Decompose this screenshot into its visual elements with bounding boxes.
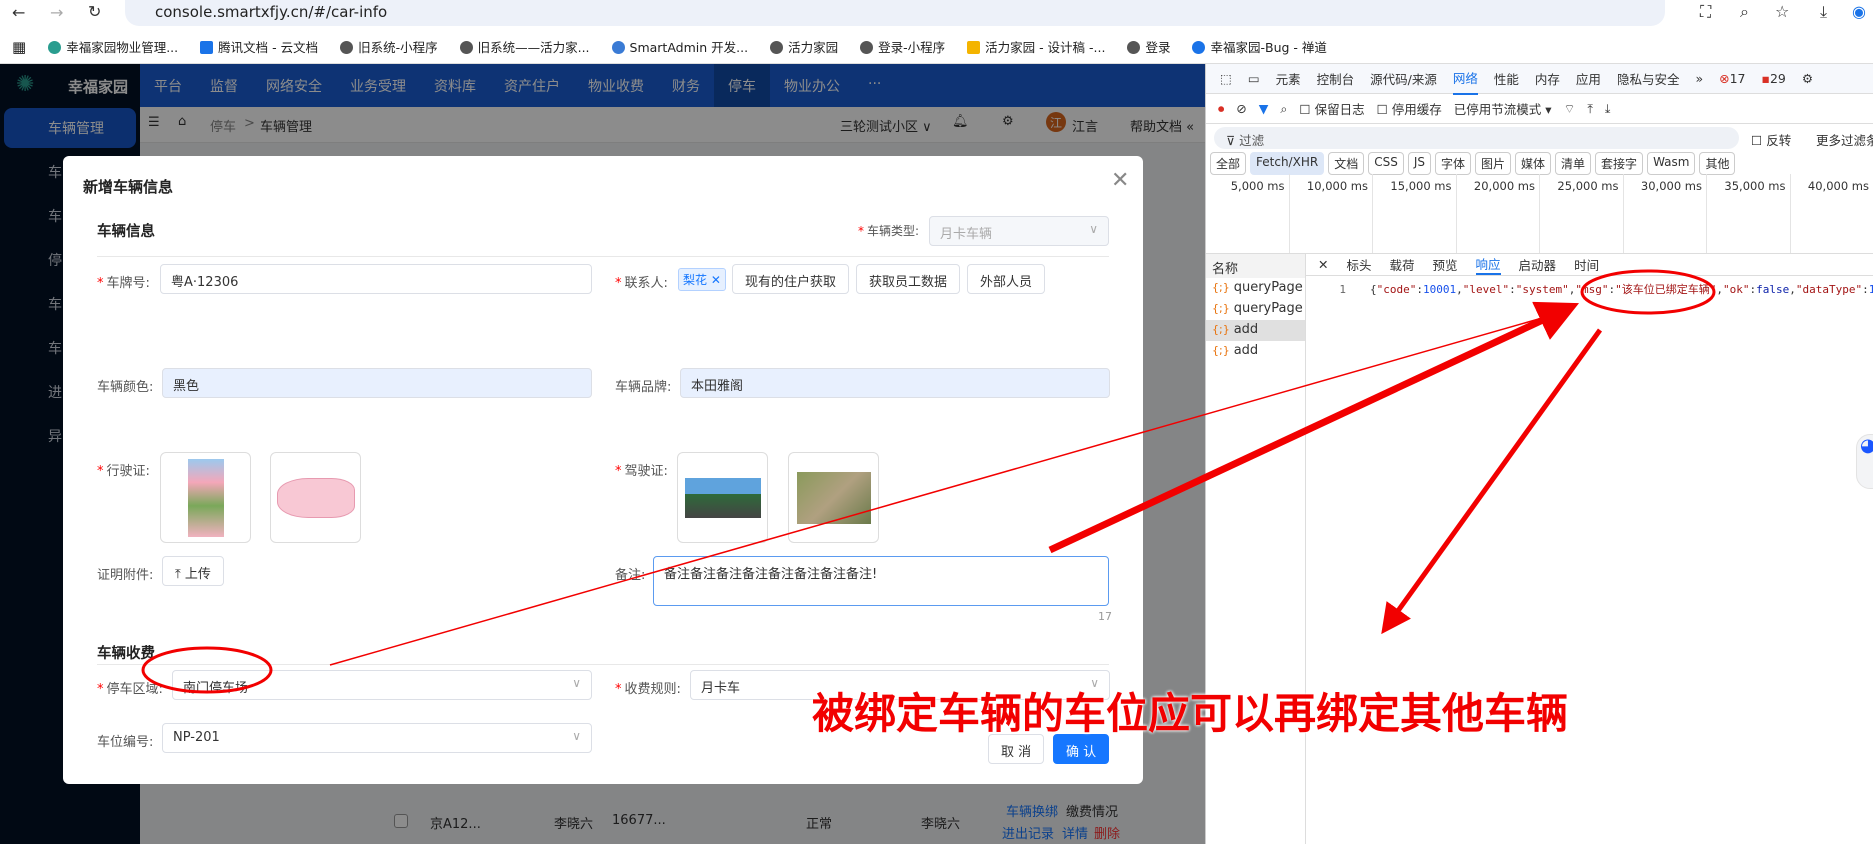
annotation-ellipse-msg [1580, 269, 1716, 315]
annotation-arrow [1048, 301, 1580, 554]
annotation-ellipse-spot [141, 646, 273, 694]
annotation-text: 被绑定车辆的车位应可以再绑定其他车辆 [812, 689, 1569, 738]
annotation-thin-line [329, 309, 1571, 666]
